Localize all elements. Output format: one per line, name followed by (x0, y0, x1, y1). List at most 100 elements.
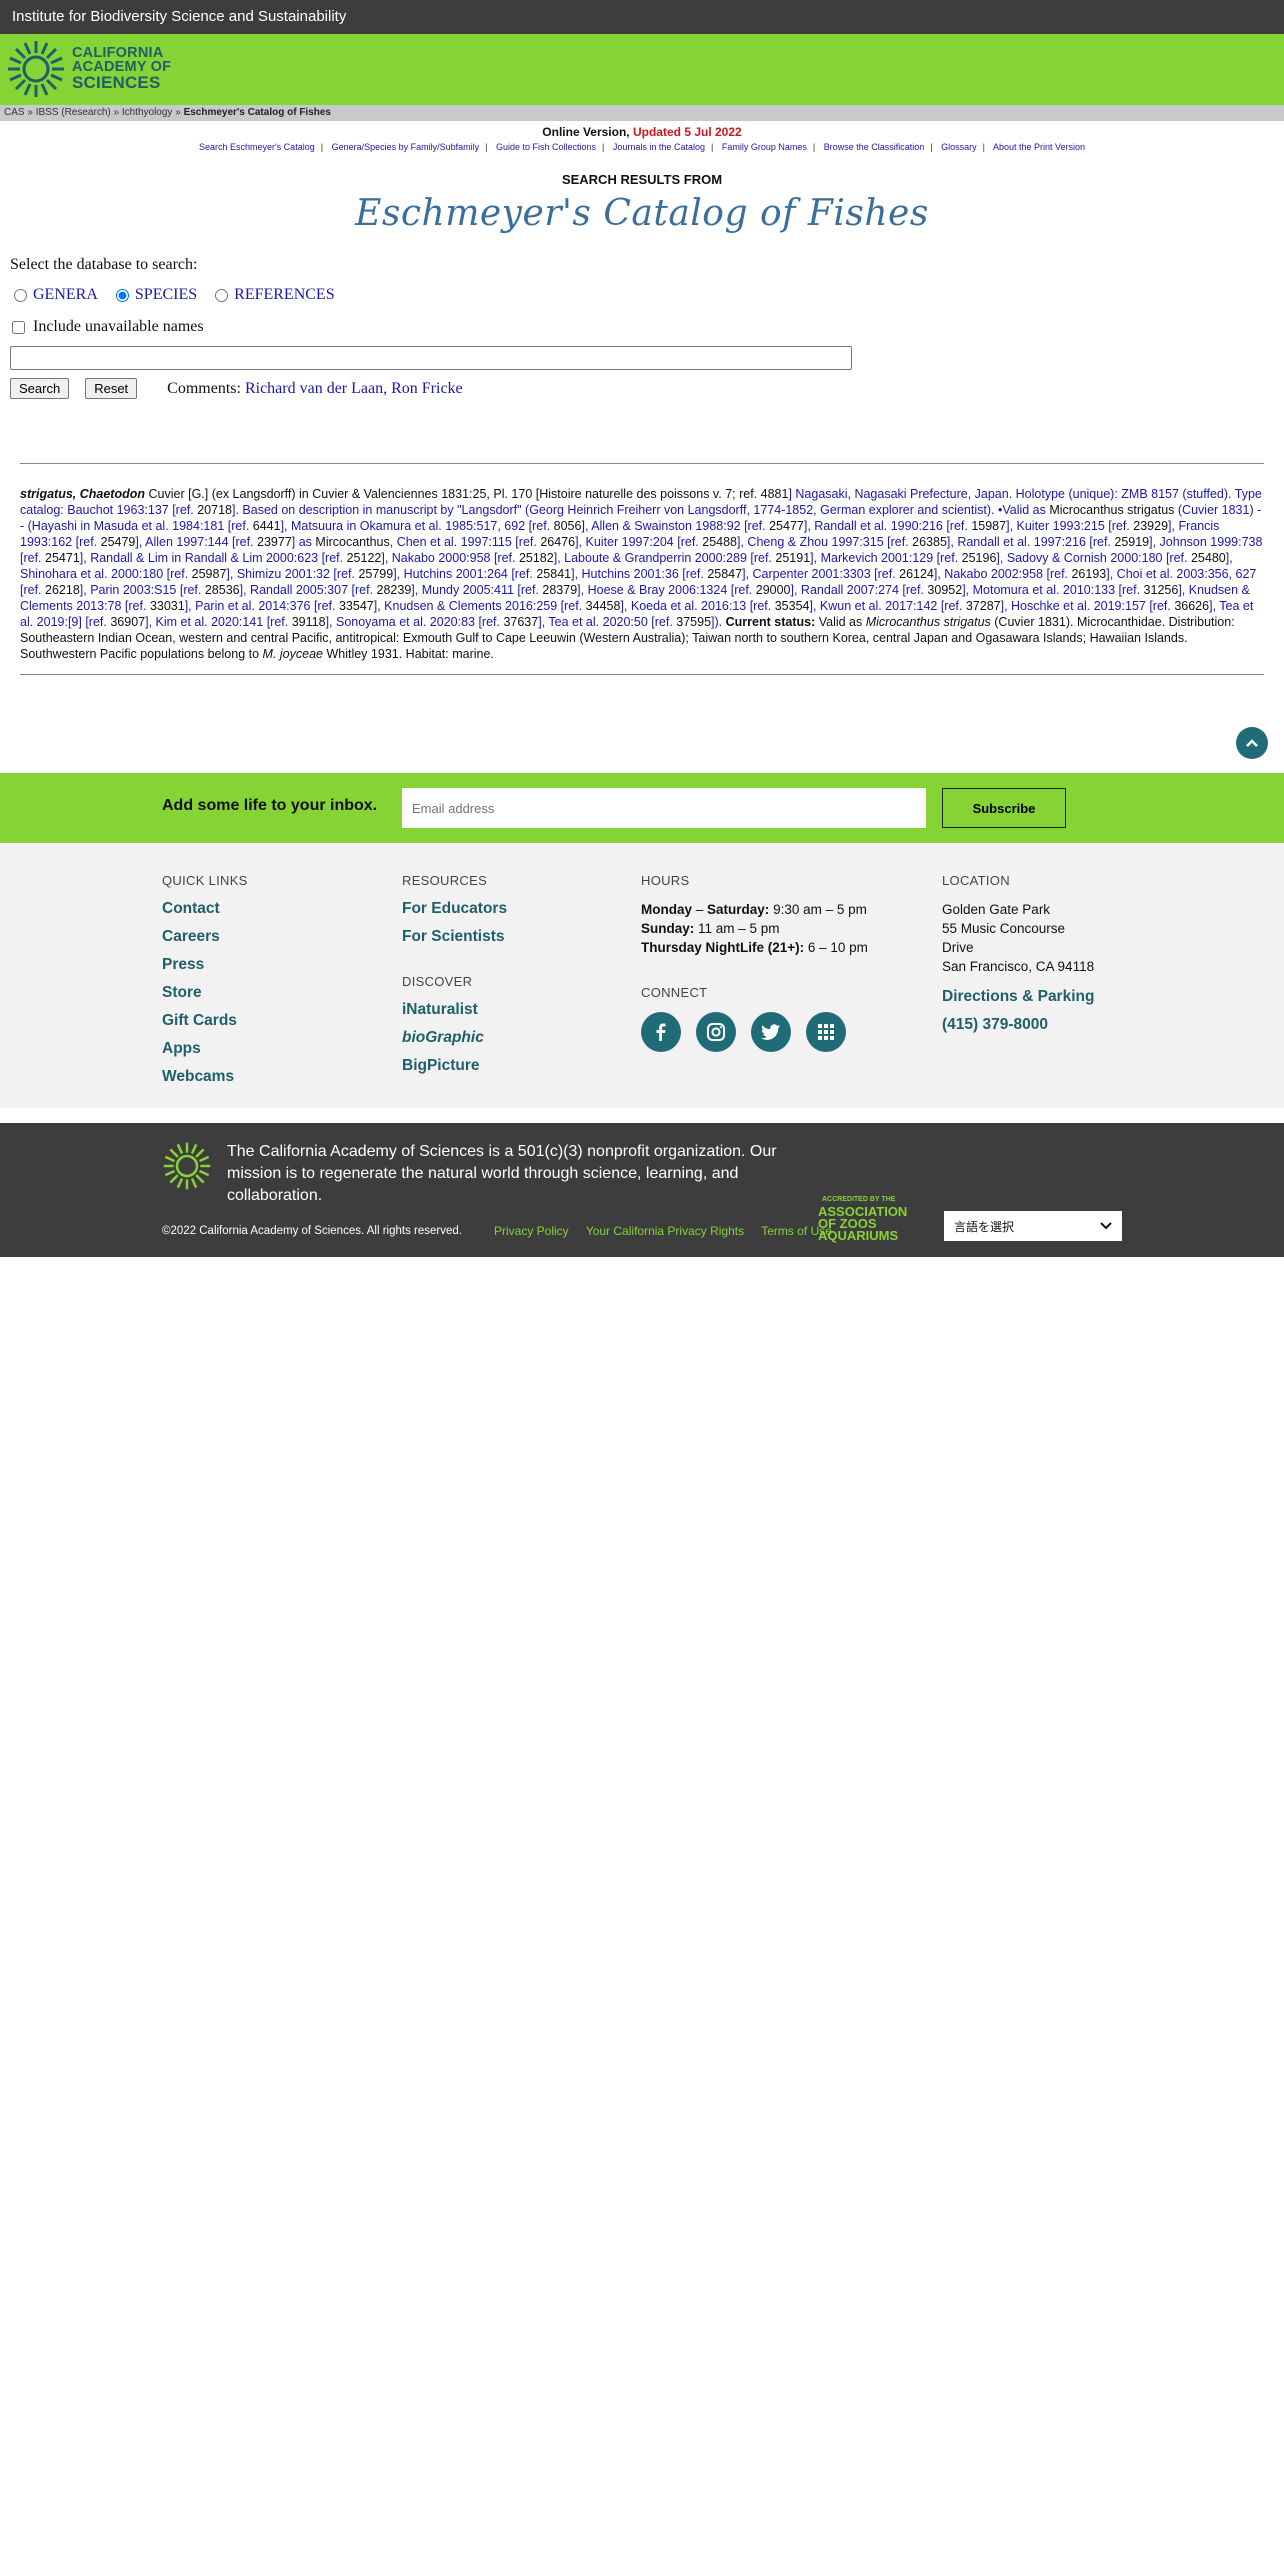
citation-text: 6441 (252, 519, 281, 533)
footer-link-educators[interactable]: For Educators (402, 900, 507, 918)
reference-link[interactable]: ], Cheng & Zhou 1997:315 [ref. (737, 535, 912, 549)
result-section: strigatus, Chaetodon Cuvier [G.] (ex Lan… (0, 463, 1284, 675)
language-select-value: 言語を選択 (954, 1219, 1015, 1234)
search-input[interactable] (10, 346, 852, 370)
footer-link-inaturalist[interactable]: iNaturalist (402, 1001, 507, 1019)
citation-text: 25987 (191, 567, 227, 581)
breadcrumb-ichthyology[interactable]: Ichthyology (122, 107, 173, 118)
reference-link[interactable]: ], Sadovy & Cornish 2000:180 [ref. (996, 551, 1191, 565)
reference-link[interactable]: ], Hoese & Bray 2006:1324 [ref. (577, 583, 756, 597)
reference-link[interactable]: , Chen et al. 1997:115 [ref. (390, 535, 541, 549)
reference-link[interactable]: ], Motomura et al. 2010:133 [ref. (962, 583, 1143, 597)
reference-link[interactable]: ], Shimizu 2001:32 [ref. (226, 567, 358, 581)
nav-print-version[interactable]: About the Print Version (993, 142, 1085, 152)
email-field[interactable] (402, 788, 926, 828)
footer-link-contact[interactable]: Contact (162, 900, 248, 918)
citation-text: 34458 (585, 599, 621, 613)
footer-link-scientists[interactable]: For Scientists (402, 928, 507, 946)
reference-link[interactable]: ], Nakabo 2000:958 [ref. (381, 551, 519, 565)
footer-link-gift-cards[interactable]: Gift Cards (162, 1012, 248, 1030)
reference-link[interactable]: ]). (711, 615, 726, 629)
reference-link[interactable]: ], Parin 2003:S15 [ref. (80, 583, 205, 597)
reference-link[interactable]: ], Hoschke et al. 2019:157 [ref. (1001, 599, 1175, 613)
footer-link-store[interactable]: Store (162, 984, 248, 1002)
footer-link-bigpicture[interactable]: BigPicture (402, 1057, 507, 1075)
discover-heading: DISCOVER (402, 974, 473, 989)
breadcrumb-ibss[interactable]: IBSS (Research) (36, 107, 111, 118)
twitter-icon[interactable] (751, 1012, 791, 1052)
citation-text: 8056 (553, 519, 582, 533)
reference-link[interactable]: ], Allen 1997:144 [ref. (135, 535, 257, 549)
reference-link[interactable]: ], Randall 2005:307 [ref. (240, 583, 377, 597)
reference-link[interactable]: ], Allen & Swainston 1988:92 [ref. (581, 519, 769, 533)
cas-logo[interactable]: CALIFORNIA ACADEMY OF SCIENCES (6, 39, 171, 99)
reference-link[interactable]: ], Markevich 2001:129 [ref. (810, 551, 961, 565)
radio-references[interactable]: REFERENCES (211, 286, 335, 304)
radio-references-label: REFERENCES (234, 286, 335, 303)
language-select[interactable]: 言語を選択 (944, 1211, 1122, 1241)
back-to-top-button[interactable] (1236, 727, 1268, 759)
reference-link[interactable]: ], Kim et al. 2020:141 [ref. (145, 615, 292, 629)
reference-link[interactable]: ], Matsuura in Okamura et al. 1985:517, … (281, 519, 554, 533)
nav-glossary[interactable]: Glossary (941, 142, 977, 152)
citation-text: 26218 (45, 583, 80, 597)
reference-link[interactable]: ], Tea et al. 2020:50 [ref. (538, 615, 676, 629)
footer-link-careers[interactable]: Careers (162, 928, 248, 946)
include-unavailable-checkbox[interactable] (12, 320, 25, 334)
citation-text: 25799 (358, 567, 394, 581)
breadcrumb-cas[interactable]: CAS (4, 107, 25, 118)
citation-text: 35354 (774, 599, 810, 613)
privacy-policy-link[interactable]: Privacy Policy (494, 1224, 569, 1238)
reference-link[interactable]: ], Randall & Lim in Randall & Lim 2000:6… (80, 551, 347, 565)
nav-fish-collections[interactable]: Guide to Fish Collections (496, 142, 596, 152)
apps-grid-icon[interactable] (806, 1012, 846, 1052)
footer-link-press[interactable]: Press (162, 956, 248, 974)
reset-button[interactable]: Reset (85, 378, 138, 399)
california-privacy-link[interactable]: Your California Privacy Rights (586, 1224, 744, 1238)
reference-link[interactable]: ], Mundy 2005:411 [ref. (411, 583, 542, 597)
reference-link[interactable]: ], Kuiter 1997:204 [ref. (575, 535, 702, 549)
reference-link[interactable]: ], Knudsen & Clements 2016:259 [ref. (374, 599, 586, 613)
facebook-icon[interactable] (641, 1012, 681, 1052)
reference-link[interactable]: ] as (292, 535, 316, 549)
footer-link-apps[interactable]: Apps (162, 1040, 248, 1058)
directions-link[interactable]: Directions & Parking (942, 988, 1094, 1006)
institute-title[interactable]: Institute for Biodiversity Science and S… (12, 8, 346, 25)
footer-link-webcams[interactable]: Webcams (162, 1068, 248, 1086)
reference-link[interactable]: ], Kwun et al. 2017:142 [ref. (809, 599, 965, 613)
radio-species-input[interactable] (115, 288, 129, 302)
reference-link[interactable]: ], Sonoyama et al. 2020:83 [ref. (326, 615, 504, 629)
subscribe-button[interactable]: Subscribe (942, 788, 1066, 828)
nav-search-catalog[interactable]: Search Eschmeyer's Catalog (199, 142, 315, 152)
reference-link[interactable]: ], Carpenter 2001:3303 [ref. (742, 567, 899, 581)
reference-link[interactable]: ], Parin et al. 2014:376 [ref. (185, 599, 339, 613)
search-button[interactable]: Search (10, 378, 70, 399)
reference-link[interactable]: ], Hutchins 2001:264 [ref. (393, 567, 536, 581)
footer-link-biographic[interactable]: bioGraphic (402, 1029, 507, 1047)
aza-accreditation-logo[interactable]: ACCREDITED BY THE ASSOCIATION OF ZOOS AQ… (818, 1195, 907, 1242)
reference-link[interactable]: ], Laboute & Grandperrin 2000:289 [ref. (554, 551, 776, 565)
reference-link[interactable]: ], Koeda et al. 2016:13 [ref. (620, 599, 774, 613)
result-divider-top (20, 463, 1264, 464)
nav-family-group-names[interactable]: Family Group Names (722, 142, 807, 152)
citation-text: 25480 (1190, 551, 1226, 565)
radio-genera[interactable]: GENERA (10, 286, 98, 304)
hours-time: 11 am – 5 pm (694, 921, 780, 936)
nav-browse-classification[interactable]: Browse the Classification (824, 142, 925, 152)
comments-contacts-link[interactable]: Richard van der Laan, Ron Fricke (245, 380, 463, 397)
reference-link[interactable]: ], Kuiter 1993:215 [ref. (1006, 519, 1133, 533)
comments: Comments: Richard van der Laan, Ron Fric… (167, 380, 462, 398)
nav-journals[interactable]: Journals in the Catalog (613, 142, 705, 152)
reference-link[interactable]: ], Randall et al. 1997:216 [ref. (947, 535, 1114, 549)
reference-link[interactable]: ], Hutchins 2001:36 [ref. (571, 567, 707, 581)
reference-link[interactable]: ], Nakabo 2002:958 [ref. (934, 567, 1072, 581)
radio-genera-input[interactable] (14, 288, 27, 302)
instagram-icon[interactable] (696, 1012, 736, 1052)
radio-references-input[interactable] (215, 288, 229, 302)
reference-link[interactable]: ], Randall 2007:274 [ref. (791, 583, 928, 597)
phone-link[interactable]: (415) 379-8000 (942, 1016, 1094, 1034)
radio-species[interactable]: SPECIES (112, 286, 197, 304)
reference-link[interactable]: ], Randall et al. 1990:216 [ref. (804, 519, 971, 533)
nav-genera-species[interactable]: Genera/Species by Family/Subfamily (332, 142, 480, 152)
reference-link[interactable]: ]. Based on description in manuscript by… (232, 503, 1049, 517)
